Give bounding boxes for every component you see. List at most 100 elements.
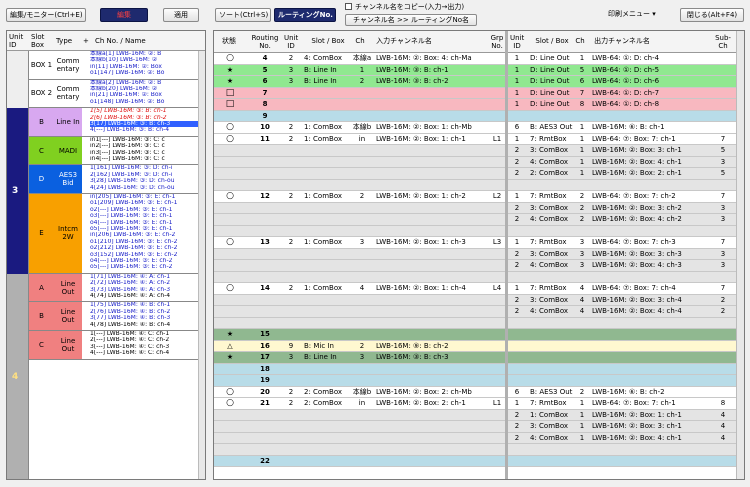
star-icon[interactable]: ★ bbox=[222, 352, 238, 363]
cell-grp: L3 bbox=[492, 238, 502, 246]
expand-cell[interactable] bbox=[82, 136, 90, 166]
cell-och: 8 bbox=[579, 100, 585, 108]
expand-cell[interactable] bbox=[82, 194, 90, 274]
cell-slot: 1: ComBox bbox=[304, 284, 343, 292]
circle-icon[interactable]: ○ bbox=[222, 283, 238, 294]
table-row[interactable]: 2 3: ComBox 4 LWB-16M: ②: Box: 3: ch-4 2 bbox=[214, 294, 738, 306]
expand-cell[interactable] bbox=[82, 273, 90, 303]
table-row[interactable]: 2 4: ComBox 1 LWB-16M: ②: Box: 4: ch-1 3 bbox=[214, 156, 738, 168]
table-row[interactable]: 2 3: ComBox 2 LWB-16M: ②: Box: 3: ch-2 3 bbox=[214, 202, 738, 214]
expand-cell[interactable] bbox=[82, 108, 90, 137]
table-row[interactable]: 2 4: ComBox 3 LWB-16M: ②: Box: 4: ch-3 3 bbox=[214, 260, 738, 272]
channel-item[interactable]: 4[78] LWB-16M: ④: B: ch-4 bbox=[90, 322, 200, 328]
circle-icon[interactable]: ○ bbox=[222, 237, 238, 248]
channel-item[interactable]: 4[24] LWB-16M: ③: D: ch-ou bbox=[90, 185, 200, 191]
apply-button[interactable]: 適用 bbox=[163, 8, 199, 22]
triangle-icon[interactable]: △ bbox=[222, 341, 238, 352]
table-row[interactable]: ★ 15 bbox=[214, 329, 738, 341]
channel-item[interactable]: o5[---] LWB-16M: ③: E: ch-2 bbox=[90, 264, 200, 270]
right-scrollbar[interactable] bbox=[736, 31, 744, 479]
cell-ou: 2 bbox=[514, 215, 520, 223]
circle-icon[interactable]: ○ bbox=[222, 191, 238, 202]
star-icon[interactable]: ★ bbox=[222, 76, 238, 87]
copy-channel-checkbox[interactable]: チャンネル名をコピー(入力→出力) bbox=[345, 3, 464, 12]
table-row[interactable] bbox=[214, 225, 738, 237]
table-row[interactable]: ○ 14 2 1: ComBox 4 LWB-16M: ②: Box: 1: ch-4 L4… bbox=[214, 283, 738, 295]
sort-button[interactable]: ソート(Ctrl+S) bbox=[215, 8, 271, 22]
channel-item[interactable]: o1[147] LWB-16M: ②: Bo bbox=[90, 70, 200, 76]
cell-oslot: 3: ComBox bbox=[530, 203, 569, 212]
expand-cell[interactable] bbox=[82, 165, 90, 194]
cell-out: LWB-16M: ⑥: B: ch-2 bbox=[592, 387, 665, 396]
cell-no: 20 bbox=[260, 387, 270, 396]
channel-item[interactable]: in4[---] LWB-16M: ③: C: c bbox=[90, 156, 200, 162]
channel-item[interactable]: 4[74] LWB-16M: ④: A: ch-4 bbox=[90, 293, 200, 299]
table-row[interactable] bbox=[214, 317, 738, 329]
table-row[interactable]: ★ 5 3 B: Line In 1 LWB-16M: ③: B: ch-1 1 D: Lin… bbox=[214, 64, 738, 76]
header-slot-box: Slot / Box bbox=[311, 37, 345, 45]
table-row[interactable]: ○ 21 2 2: ComBox in LWB-16M: ②: Box: 2: ch-1 L… bbox=[214, 398, 738, 410]
star-icon[interactable]: ★ bbox=[222, 65, 238, 76]
table-row[interactable]: ○ 4 2 4: ComBox 本線a LWB-16M: ②: Box: 4: ch-Ma… bbox=[214, 53, 738, 65]
cell-out: LWB-16M: ②: Box: 3: ch-2 bbox=[592, 203, 682, 212]
table-row[interactable] bbox=[214, 179, 738, 191]
cell-ch: 本線b bbox=[352, 123, 372, 131]
left-scrollbar[interactable] bbox=[198, 51, 205, 479]
cell-slot: 1: ComBox bbox=[304, 192, 343, 200]
copy-to-routing-button[interactable]: チャンネル名 >> ルーティングNo名 bbox=[345, 14, 477, 26]
table-row[interactable]: 2 3: ComBox 1 LWB-16M: ②: Box: 3: ch-1 4 bbox=[214, 421, 738, 433]
table-row[interactable]: 9 bbox=[214, 110, 738, 122]
cell-oslot: 4: ComBox bbox=[530, 307, 569, 315]
cell-in: LWB-16M: ③: B: ch-1 bbox=[376, 65, 449, 74]
table-row[interactable]: ○ 10 2 1: ComBox 本線b LWB-16M: ②: Box: 1: ch-M… bbox=[214, 122, 738, 134]
table-row[interactable]: 2 4: ComBox 4 LWB-16M: ②: Box: 4: ch-4 2 bbox=[214, 306, 738, 318]
circle-icon[interactable]: ○ bbox=[222, 134, 238, 145]
channel-item[interactable]: 4[---] LWB-16M: ④: C: ch-4 bbox=[90, 350, 200, 356]
circle-icon[interactable]: ○ bbox=[222, 53, 238, 64]
table-row[interactable]: □ 8 1 D: Line Out 8 LWB-64: ①: D: ch-8 bbox=[214, 99, 738, 111]
cell-ou: 2 bbox=[514, 295, 520, 304]
cell-ch: 3 bbox=[359, 238, 365, 246]
table-row[interactable]: 18 bbox=[214, 363, 738, 375]
table-row[interactable]: ○ 20 2 2: ComBox 本線b LWB-16M: ②: Box: 2: ch-M… bbox=[214, 386, 738, 398]
table-row[interactable]: ○ 13 2 1: ComBox 3 LWB-16M: ②: Box: 1: ch-3 L3… bbox=[214, 237, 738, 249]
table-row[interactable] bbox=[214, 444, 738, 456]
star-icon[interactable]: ★ bbox=[222, 329, 238, 340]
table-row[interactable]: ★ 6 3 B: Line In 2 LWB-16M: ③: B: ch-2 1 D: Lin… bbox=[214, 76, 738, 88]
table-row[interactable]: 2 4: ComBox 2 LWB-16M: ②: Box: 4: ch-2 3 bbox=[214, 214, 738, 226]
type-label: Line Out bbox=[60, 308, 76, 325]
edit-monitor-button[interactable]: 編集/モニター(Ctrl+E) bbox=[6, 8, 86, 22]
table-row[interactable]: △ 16 9 B: Mic In 2 LWB-16M: ⑨: B: ch-2 bbox=[214, 340, 738, 352]
cell-och: 5 bbox=[579, 65, 585, 74]
close-button[interactable]: 閉じる(Alt+F4) bbox=[680, 8, 744, 22]
table-row[interactable]: ★ 17 3 B: Line In 3 LWB-16M: ③: B: ch-3 bbox=[214, 352, 738, 364]
square-icon[interactable]: □ bbox=[222, 99, 238, 110]
print-menu-select[interactable]: 印刷メニュー ▾ bbox=[608, 9, 656, 19]
table-row[interactable]: 22 bbox=[214, 455, 738, 467]
expand-cell[interactable] bbox=[82, 302, 90, 331]
channel-item[interactable]: o1[148] LWB-16M: ②: Bo bbox=[90, 99, 200, 105]
table-row[interactable]: 2 2: ComBox 1 LWB-16M: ②: Box: 2: ch-1 5 bbox=[214, 168, 738, 180]
table-row[interactable]: 19 bbox=[214, 375, 738, 387]
circle-icon[interactable]: ○ bbox=[222, 387, 238, 398]
table-row[interactable] bbox=[214, 271, 738, 283]
expand-cell[interactable] bbox=[82, 51, 90, 80]
circle-icon[interactable]: ○ bbox=[222, 122, 238, 133]
expand-cell[interactable] bbox=[82, 331, 90, 360]
cell-sub: 2 bbox=[720, 307, 726, 315]
expand-cell[interactable] bbox=[82, 79, 90, 109]
table-row[interactable]: 2 3: ComBox 1 LWB-16M: ②: Box: 3: ch-1 5 bbox=[214, 145, 738, 157]
table-row[interactable]: ○ 11 2 1: ComBox in LWB-16M: ②: Box: 1: ch-1 L… bbox=[214, 133, 738, 145]
table-row[interactable]: ○ 12 2 1: ComBox 2 LWB-16M: ②: Box: 1: ch-2 L2… bbox=[214, 191, 738, 203]
table-row[interactable]: □ 7 1 D: Line Out 7 LWB-64: ①: D: ch-7 bbox=[214, 87, 738, 99]
table-row[interactable]: 2 4: ComBox 1 LWB-16M: ②: Box: 4: ch-1 4 bbox=[214, 432, 738, 444]
circle-icon[interactable]: ○ bbox=[222, 398, 238, 409]
cell-sub: 3 bbox=[720, 215, 726, 223]
table-row[interactable]: 2 3: ComBox 3 LWB-16M: ②: Box: 3: ch-3 3 bbox=[214, 248, 738, 260]
cell-no: 16 bbox=[260, 341, 270, 350]
routing-no-button[interactable]: ルーティングNo. bbox=[274, 8, 336, 22]
edit-status-button[interactable]: 編集 bbox=[100, 8, 148, 22]
square-icon[interactable]: □ bbox=[222, 88, 238, 99]
table-row[interactable]: 2 1: ComBox 1 LWB-16M: ②: Box: 1: ch-1 4 bbox=[214, 409, 738, 421]
channel-item[interactable]: 4[---] LWB-16M: ③: B: ch-4 bbox=[90, 127, 200, 133]
